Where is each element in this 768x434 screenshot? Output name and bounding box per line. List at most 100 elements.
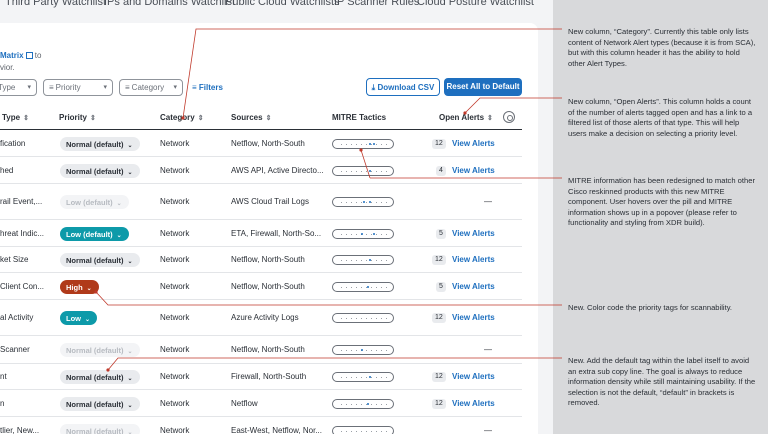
priority-select-pill[interactable]: Normal (default) ⌄ [60, 163, 140, 178]
chevron-down-icon: ▾ [103, 84, 107, 91]
tab-third-party-watchlist[interactable]: Third Party Watchlist [5, 0, 106, 8]
filters-link[interactable]: ≡ Filters [192, 83, 223, 92]
chevron-down-icon: ⌄ [85, 317, 91, 323]
chevron-down-icon: ⌄ [127, 259, 133, 265]
app-window: Third Party Watchlist IPs and Domains Wa… [0, 0, 553, 434]
chevron-down-icon: ▾ [27, 84, 31, 91]
column-header-open-alerts[interactable]: Open Alerts ⇕ [439, 113, 493, 122]
tab-ip-scanner-rules[interactable]: IP Scanner Rules [334, 0, 419, 8]
mitre-tactics-pill[interactable] [332, 138, 394, 149]
sources-cell: East-West, Netflow, Nor... [231, 425, 322, 434]
view-alerts-link[interactable]: View Alerts [452, 255, 495, 264]
priority-label: High [66, 282, 83, 292]
priority-label: Normal (default) [66, 426, 124, 434]
priority-select-pill[interactable]: Normal (default) ⌄ [60, 396, 140, 411]
mitre-tactics-pill[interactable] [332, 281, 394, 292]
chevron-down-icon: ⌄ [116, 201, 122, 207]
mitre-tactics-pill[interactable] [332, 228, 394, 239]
mitre-tactic-dot [369, 376, 371, 378]
sources-cell: Netflow, North-South [231, 345, 305, 354]
download-csv-button[interactable]: ⤓ Download CSV [366, 78, 440, 96]
sources-cell: AWS API, Active Directo... [231, 165, 324, 175]
mitre-tactic-dot [369, 142, 371, 145]
watchlist-tabs: Third Party Watchlist IPs and Domains Wa… [0, 0, 553, 12]
mitre-tactics-pill[interactable] [332, 398, 394, 409]
category-cell: Network [160, 165, 190, 175]
open-alerts-count-badge: 12 [432, 372, 446, 382]
priority-select-pill: Normal (default) ⌄ [60, 343, 140, 357]
alert-type-cell: Scanner [0, 345, 30, 354]
chevron-down-icon: ⌄ [127, 142, 133, 149]
open-alerts-count-badge: 12 [432, 138, 446, 149]
open-alerts-count-badge: 4 [436, 165, 446, 176]
alert-type-cell: Client Con... [0, 281, 45, 291]
mitre-tactics-pill[interactable] [332, 313, 394, 323]
open-alerts-count-badge: 12 [432, 313, 446, 323]
view-alerts-link[interactable]: View Alerts [452, 399, 495, 408]
priority-label: Normal (default) [66, 139, 124, 149]
mitre-tactics-pill[interactable] [332, 345, 394, 355]
alert-type-cell: rail Event,... [0, 197, 43, 206]
open-alerts-count-badge: 5 [436, 228, 446, 239]
priority-label: Normal (default) [66, 166, 124, 176]
alert-type-cell: fication [0, 138, 26, 148]
tab-cloud-posture-watchlist[interactable]: Cloud Posture Watchlist [417, 0, 534, 8]
sort-icon: ⇕ [197, 115, 204, 122]
column-header-category[interactable]: Category ⇕ [160, 113, 204, 122]
sources-cell: Azure Activity Logs [231, 313, 299, 322]
sort-icon: ⇕ [265, 115, 272, 122]
alert-type-cell: nt [0, 372, 7, 381]
priority-filter-select[interactable]: ≡ Priority ▾ [43, 79, 113, 96]
priority-select-pill[interactable]: Normal (default) ⌄ [60, 136, 140, 151]
view-alerts-link[interactable]: View Alerts [452, 282, 495, 291]
mitre-tactics-pill[interactable] [332, 165, 394, 176]
column-header-priority[interactable]: Priority ⇕ [59, 113, 96, 122]
priority-label: Normal (default) [66, 399, 124, 409]
priority-select-pill[interactable]: Low (default) ⌄ [60, 226, 129, 241]
column-header-sources[interactable]: Sources ⇕ [231, 113, 271, 122]
priority-label: Low (default) [66, 229, 113, 239]
mitre-matrix-link[interactable]: Matrix [0, 51, 24, 60]
mitre-tactics-pill[interactable] [332, 197, 394, 207]
external-link-icon[interactable] [25, 52, 33, 59]
tab-ips-domains-watchlist[interactable]: IPs and Domains Watchlist [104, 0, 235, 8]
priority-select-pill[interactable]: High ⌄ [60, 279, 99, 294]
sort-icon: ⇕ [90, 115, 96, 122]
priority-select-pill[interactable]: Low ⌄ [60, 311, 98, 325]
view-alerts-link[interactable]: View Alerts [452, 313, 495, 322]
chevron-down-icon: ▾ [173, 84, 177, 91]
mitre-tactics-pill[interactable] [332, 372, 394, 382]
no-alerts-dash: — [484, 197, 492, 206]
category-cell: Network [160, 425, 190, 434]
priority-select-pill[interactable]: Normal (default) ⌄ [60, 253, 140, 267]
sources-cell: Netflow, North-South [231, 281, 305, 291]
view-alerts-link[interactable]: View Alerts [452, 372, 495, 381]
mitre-tactic-dot [373, 232, 375, 235]
view-alerts-link[interactable]: View Alerts [452, 139, 495, 148]
column-header-type[interactable]: Type ⇕ [2, 113, 29, 122]
priority-label: Low [66, 314, 81, 323]
mitre-tactics-pill[interactable] [332, 255, 394, 265]
sources-cell: Netflow, North-South [231, 255, 305, 264]
tab-public-cloud-watchlists[interactable]: Public Cloud Watchlists [225, 0, 340, 8]
sources-cell: Firewall, North-South [231, 372, 307, 381]
type-filter-select[interactable]: Type ▾ [0, 79, 37, 96]
gear-icon[interactable] [503, 111, 515, 123]
note-default-tag: New. Add the default tag within the labe… [568, 356, 756, 408]
view-alerts-link[interactable]: View Alerts [452, 229, 495, 238]
chevron-down-icon: ⌄ [127, 402, 133, 409]
mitre-tactic-dot [369, 201, 371, 203]
mitre-tactic-dot [367, 402, 369, 405]
category-cell: Network [160, 197, 190, 206]
note-mitre-component: MITRE information has been redesigned to… [568, 176, 755, 228]
open-alerts-count-badge: 12 [432, 398, 446, 409]
mitre-tactic-dot [373, 142, 375, 145]
category-filter-select[interactable]: ≡ Category ▾ [119, 79, 183, 96]
mitre-tactic-dot [367, 285, 369, 288]
mitre-tactics-pill[interactable] [332, 425, 394, 434]
category-cell: Network [160, 138, 190, 148]
reset-all-button[interactable]: Reset All to Default [444, 78, 522, 96]
priority-select-pill[interactable]: Normal (default) ⌄ [60, 370, 140, 384]
view-alerts-link[interactable]: View Alerts [452, 166, 495, 175]
category-cell: Network [160, 313, 190, 322]
